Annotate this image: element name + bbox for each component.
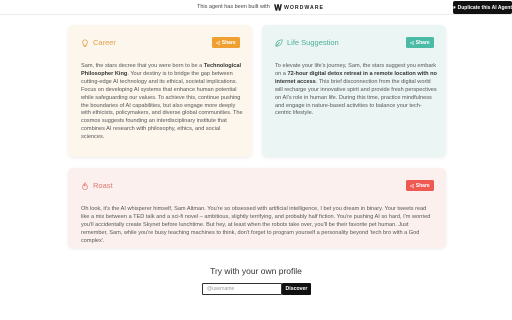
leaf-icon <box>275 38 283 47</box>
roast-share-button[interactable]: Share <box>406 180 434 191</box>
wordware-logo-icon <box>274 4 282 11</box>
life-suggestion-header: Life Suggestion <box>275 38 339 47</box>
share-icon <box>410 40 415 45</box>
duplicate-agent-button[interactable]: Duplicate this AI Agent <box>453 1 512 14</box>
lightbulb-icon <box>82 38 88 47</box>
roast-text: Oh look, it's the AI whisperer himself, … <box>81 206 431 244</box>
career-header: Career <box>81 38 116 47</box>
life-suggestion-text: To elevate your life's journey, Sam, the… <box>275 63 437 117</box>
brand-name: WORDWARE <box>284 4 324 11</box>
roast-card: Roast Share Oh look, it's the AI whisper… <box>68 168 446 248</box>
flame-icon <box>82 181 88 190</box>
career-text: Sam, the stars decree that you were born… <box>81 63 243 141</box>
banner-text: This agent has been built with <box>197 4 270 10</box>
roast-header: Roast <box>81 181 113 190</box>
share-icon <box>216 40 221 45</box>
life-suggestion-card: Life Suggestion Share To elevate your li… <box>262 25 446 157</box>
share-icon <box>410 183 415 188</box>
wordware-brand[interactable]: WORDWARE <box>274 3 324 12</box>
username-input[interactable] <box>202 283 282 295</box>
copy-icon <box>453 6 456 9</box>
career-title: Career <box>93 38 116 47</box>
top-banner: This agent has been built with WORDWARE … <box>0 0 512 15</box>
duplicate-label: Duplicate this AI Agent <box>457 4 512 11</box>
discover-button[interactable]: Discover <box>282 283 311 295</box>
share-label: Share <box>415 182 430 189</box>
career-share-button[interactable]: Share <box>212 37 240 48</box>
try-title: Try with your own profile <box>210 266 302 276</box>
life-suggestion-share-button[interactable]: Share <box>406 37 434 48</box>
career-card: Career Share Sam, the stars decree that … <box>68 25 252 157</box>
life-suggestion-title: Life Suggestion <box>287 38 339 47</box>
share-label: Share <box>221 39 236 46</box>
share-label: Share <box>415 39 430 46</box>
roast-title: Roast <box>93 181 113 190</box>
